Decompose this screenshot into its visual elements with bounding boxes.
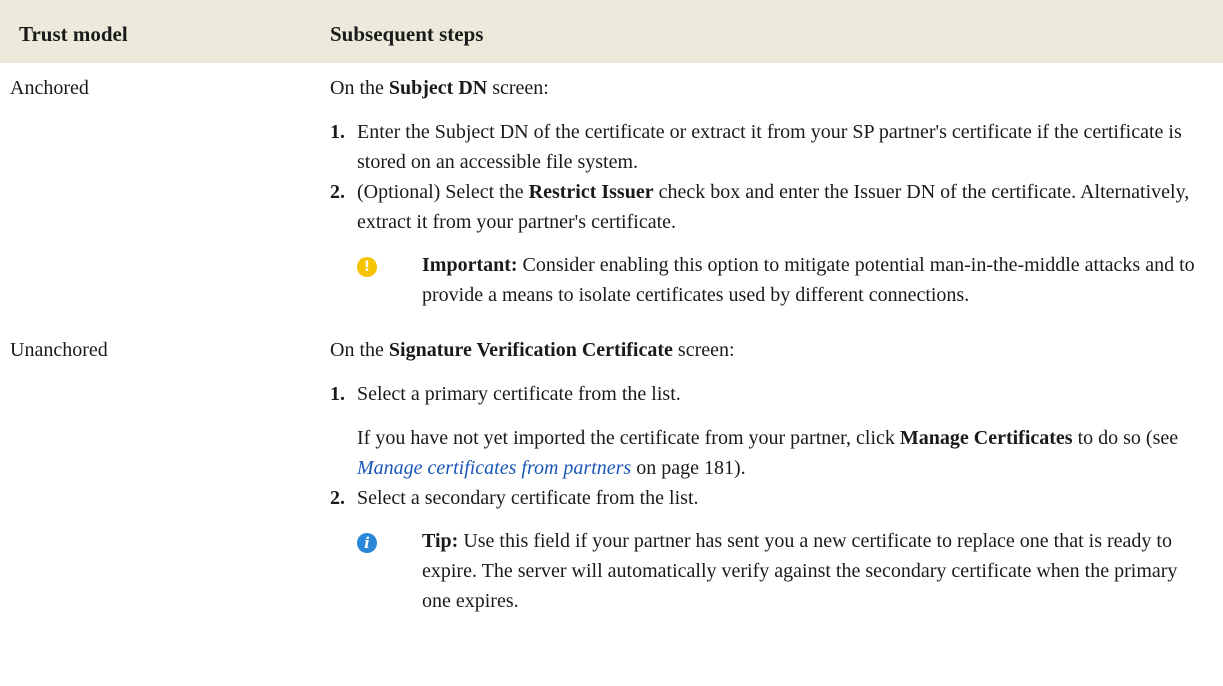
step-text: Select a primary certificate from the li… [357,383,681,405]
steps-list: 1. Select a primary certificate from the… [330,379,1203,616]
manage-certificates-link[interactable]: Manage certificates from partners [357,457,631,479]
row-label-anchored: Anchored [10,77,89,99]
step-text: Enter the Subject DN of the certificate … [357,121,1182,173]
step-number: 2. [330,487,345,509]
intro-text: On the Subject DN screen: [330,77,549,99]
row-content-unanchored: On the Signature Verification Certificat… [330,335,1203,616]
tip-note: i Tip: Use this field if your partner ha… [357,526,1203,616]
manage-certificates-label: Manage Certificates [899,427,1073,449]
steps-list: 1. Enter the Subject DN of the certifica… [330,117,1203,310]
warning-icon: ! [357,257,377,277]
list-item: 2. (Optional) Select the Restrict Issuer… [330,177,1203,310]
step-number: 1. [330,383,345,405]
list-item: 2. Select a secondary certificate from t… [330,483,1203,616]
table-header: Trust model Subsequent steps [0,0,1223,63]
step-number: 2. [330,181,345,203]
trust-model-table: Trust model Subsequent steps Anchored On… [0,0,1223,612]
important-note: ! Important: Consider enabling this opti… [357,250,1203,310]
header-trust-model: Trust model [19,22,128,46]
screen-name: Subject DN [388,77,488,99]
step-number: 1. [330,121,345,143]
intro-text: On the Signature Verification Certificat… [330,339,735,361]
header-subsequent-steps: Subsequent steps [330,22,484,46]
note-text: Consider enabling this option to mitigat… [422,254,1195,306]
note-label: Tip: [422,530,459,552]
row-label-unanchored: Unanchored [10,339,108,361]
list-item: 1. Enter the Subject DN of the certifica… [330,117,1203,177]
step-subtext: If you have not yet imported the certifi… [357,427,1179,479]
step-text: (Optional) Select the Restrict Issuer ch… [357,181,1190,233]
list-item: 1. Select a primary certificate from the… [330,379,1203,483]
info-icon: i [357,533,377,553]
note-text: Use this field if your partner has sent … [422,530,1178,612]
screen-name: Signature Verification Certificate [388,339,673,361]
row-content-anchored: On the Subject DN screen: 1. Enter the S… [330,73,1203,310]
step-text: Select a secondary certificate from the … [357,487,699,509]
note-label: Important: [422,254,518,276]
